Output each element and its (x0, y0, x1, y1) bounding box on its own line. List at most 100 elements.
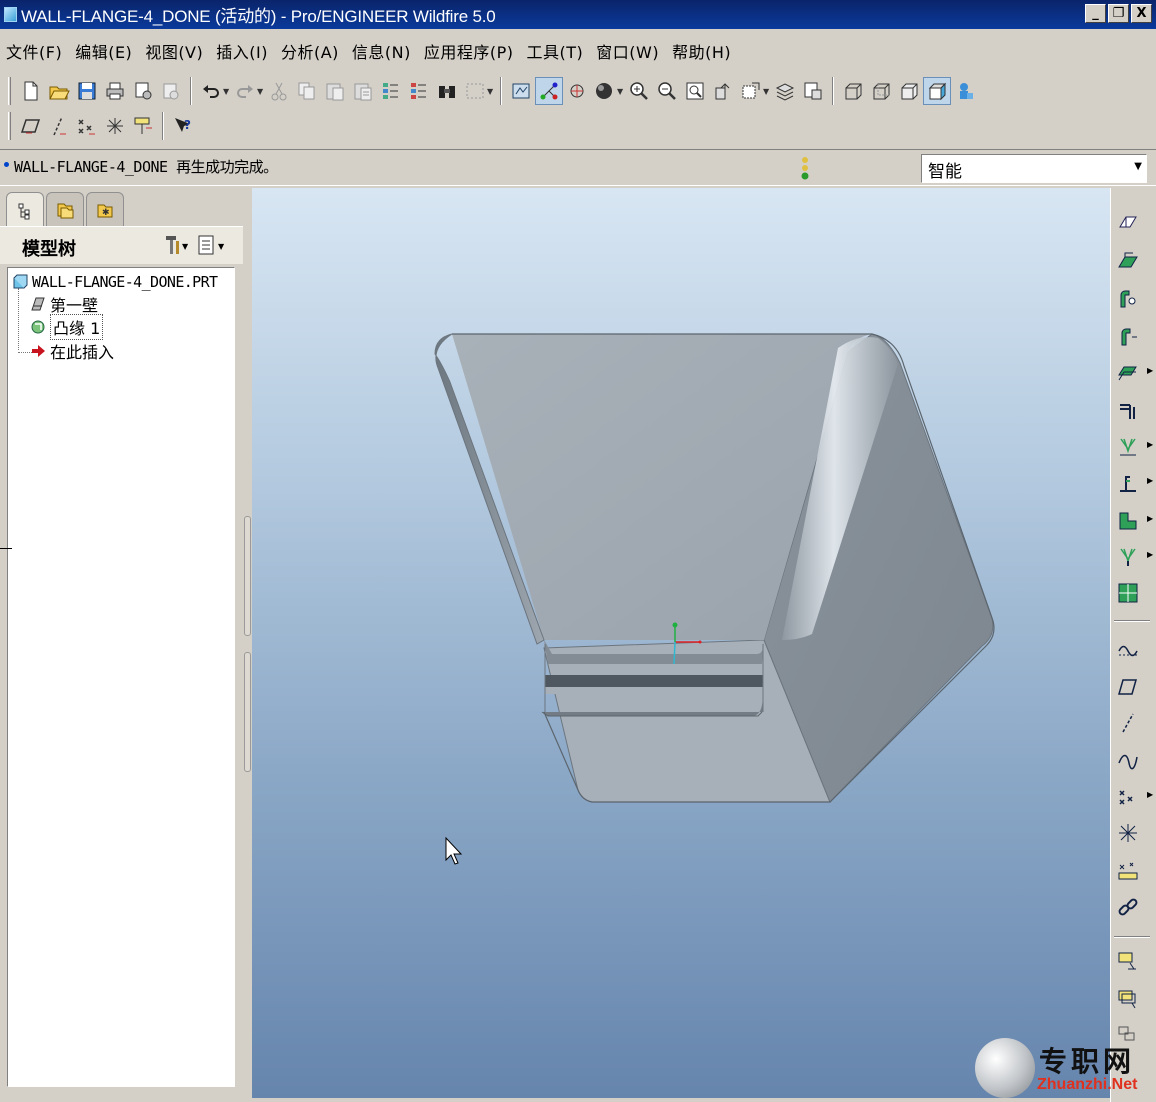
regen-manager-icon[interactable] (405, 77, 433, 105)
tab-folder-browser[interactable] (46, 192, 84, 226)
edge-bend-icon[interactable] (1113, 468, 1143, 498)
restore-button[interactable]: ❐ (1108, 4, 1129, 23)
minimize-button[interactable]: _ (1085, 4, 1106, 23)
shading-dropdown-icon[interactable]: ▼ (617, 87, 625, 96)
menu-help[interactable]: 帮助(H) (666, 39, 738, 63)
flat-pattern-icon[interactable] (1113, 578, 1143, 608)
zoom-in-icon[interactable] (625, 77, 653, 105)
selection-filter-dropdown[interactable]: 智能 ▼ (921, 154, 1147, 183)
tab-favorites[interactable]: ✱ (86, 192, 124, 226)
save-icon[interactable] (73, 77, 101, 105)
spin-center-icon[interactable] (535, 77, 563, 105)
tree-columns-icon[interactable]: ▼ (196, 233, 230, 257)
paste-special-icon[interactable] (349, 77, 377, 105)
zoom-out-icon[interactable] (653, 77, 681, 105)
unattached-wall-icon[interactable] (1113, 208, 1143, 238)
annotation-display-icon[interactable] (129, 112, 157, 140)
paste-icon[interactable] (321, 77, 349, 105)
bend-back-dropdown-icon[interactable]: ▶ (1147, 550, 1153, 559)
bend-dropdown-icon[interactable]: ▶ (1147, 440, 1153, 449)
print-icon[interactable] (101, 77, 129, 105)
bend-icon[interactable] (1113, 432, 1143, 462)
flat-wall-icon[interactable] (1113, 246, 1143, 276)
csys-icon[interactable] (1113, 818, 1143, 848)
copy-icon[interactable] (293, 77, 321, 105)
saved-views-icon[interactable] (737, 77, 765, 105)
undo-dropdown-icon[interactable]: ▼ (223, 87, 231, 96)
menu-insert[interactable]: 插入(I) (210, 39, 275, 63)
datum-display-icon[interactable] (951, 77, 979, 105)
menu-tools[interactable]: 工具(T) (521, 39, 591, 63)
splitter-handle[interactable] (244, 652, 251, 772)
bend-back-icon[interactable] (1113, 542, 1143, 572)
wireframe-icon[interactable] (839, 77, 867, 105)
reorient-icon[interactable] (709, 77, 737, 105)
no-hidden-icon[interactable] (895, 77, 923, 105)
flange-wall-icon[interactable] (1113, 284, 1143, 314)
shaded-icon[interactable] (923, 77, 951, 105)
menu-view[interactable]: 视图(V) (139, 39, 210, 63)
panel-splitter[interactable] (243, 188, 252, 1102)
shading-icon[interactable] (591, 77, 619, 105)
orient-icon[interactable] (563, 77, 591, 105)
context-help-icon[interactable]: ? (169, 112, 197, 140)
form-icon[interactable] (1113, 946, 1143, 976)
refit-icon[interactable] (681, 77, 709, 105)
chain-icon[interactable] (1113, 892, 1143, 922)
merge-dropdown-icon[interactable]: ▶ (1147, 366, 1153, 375)
repaint-icon[interactable] (507, 77, 535, 105)
mail-icon[interactable] (157, 77, 185, 105)
analysis-icon[interactable] (1113, 856, 1143, 886)
find-icon[interactable] (433, 77, 461, 105)
datum-point-icon[interactable] (1113, 782, 1143, 812)
csys-display-icon[interactable] (101, 112, 129, 140)
close-button[interactable]: X (1131, 4, 1152, 23)
cut-icon[interactable] (265, 77, 293, 105)
menu-analysis[interactable]: 分析(A) (275, 39, 346, 63)
select-dropdown-icon[interactable]: ▼ (487, 87, 495, 96)
graphics-window[interactable] (252, 188, 1110, 1098)
regenerate-icon[interactable] (377, 77, 405, 105)
datum-point-dropdown-icon[interactable]: ▶ (1147, 790, 1153, 799)
open-icon[interactable] (45, 77, 73, 105)
datum-plane-icon[interactable] (1113, 672, 1143, 702)
punch-icon[interactable] (1113, 984, 1143, 1014)
extend-wall-icon[interactable] (1113, 322, 1143, 352)
sheetmetal-part-model[interactable] (252, 188, 1110, 1098)
tree-root-item[interactable]: WALL-FLANGE-4_DONE.PRT (12, 271, 218, 293)
toolbar-grip[interactable] (8, 112, 11, 140)
tab-model-tree[interactable] (6, 192, 44, 228)
datum-axis-icon[interactable] (1113, 708, 1143, 738)
datum-point-display-icon[interactable] (73, 112, 101, 140)
datum-plane-display-icon[interactable] (17, 112, 45, 140)
undo-icon[interactable] (197, 77, 225, 105)
datum-axis-display-icon[interactable] (45, 112, 73, 140)
tree-item[interactable]: 第一壁 (30, 293, 98, 315)
menu-edit[interactable]: 编辑(E) (69, 39, 139, 63)
edge-bend-dropdown-icon[interactable]: ▶ (1147, 476, 1153, 485)
menu-info[interactable]: 信息(N) (346, 39, 418, 63)
layers-icon[interactable] (771, 77, 799, 105)
view-manager-icon[interactable] (799, 77, 827, 105)
send-icon[interactable] (129, 77, 157, 105)
sketch-icon[interactable] (1113, 634, 1143, 664)
select-box-icon[interactable] (461, 77, 489, 105)
menu-window[interactable]: 窗口(W) (590, 39, 666, 63)
menu-applications[interactable]: 应用程序(P) (418, 39, 521, 63)
tree-item[interactable]: 凸缘 1 (30, 314, 104, 340)
menu-file[interactable]: 文件(F) (0, 39, 69, 63)
toolbar-grip[interactable] (8, 77, 11, 105)
rip-icon[interactable] (1113, 396, 1143, 426)
hidden-line-icon[interactable] (867, 77, 895, 105)
tree-settings-icon[interactable]: ▼ (162, 233, 188, 257)
datum-curve-icon[interactable] (1113, 744, 1143, 774)
saved-views-dropdown-icon[interactable]: ▼ (763, 87, 771, 96)
redo-dropdown-icon[interactable]: ▼ (257, 87, 265, 96)
merge-icon[interactable] (1113, 358, 1143, 388)
splitter-handle[interactable] (244, 516, 251, 636)
unbend-icon[interactable] (1113, 506, 1143, 536)
redo-icon[interactable] (231, 77, 259, 105)
new-icon[interactable] (17, 77, 45, 105)
tree-item-insert-here[interactable]: 在此插入 (30, 340, 114, 362)
unbend-dropdown-icon[interactable]: ▶ (1147, 514, 1153, 523)
